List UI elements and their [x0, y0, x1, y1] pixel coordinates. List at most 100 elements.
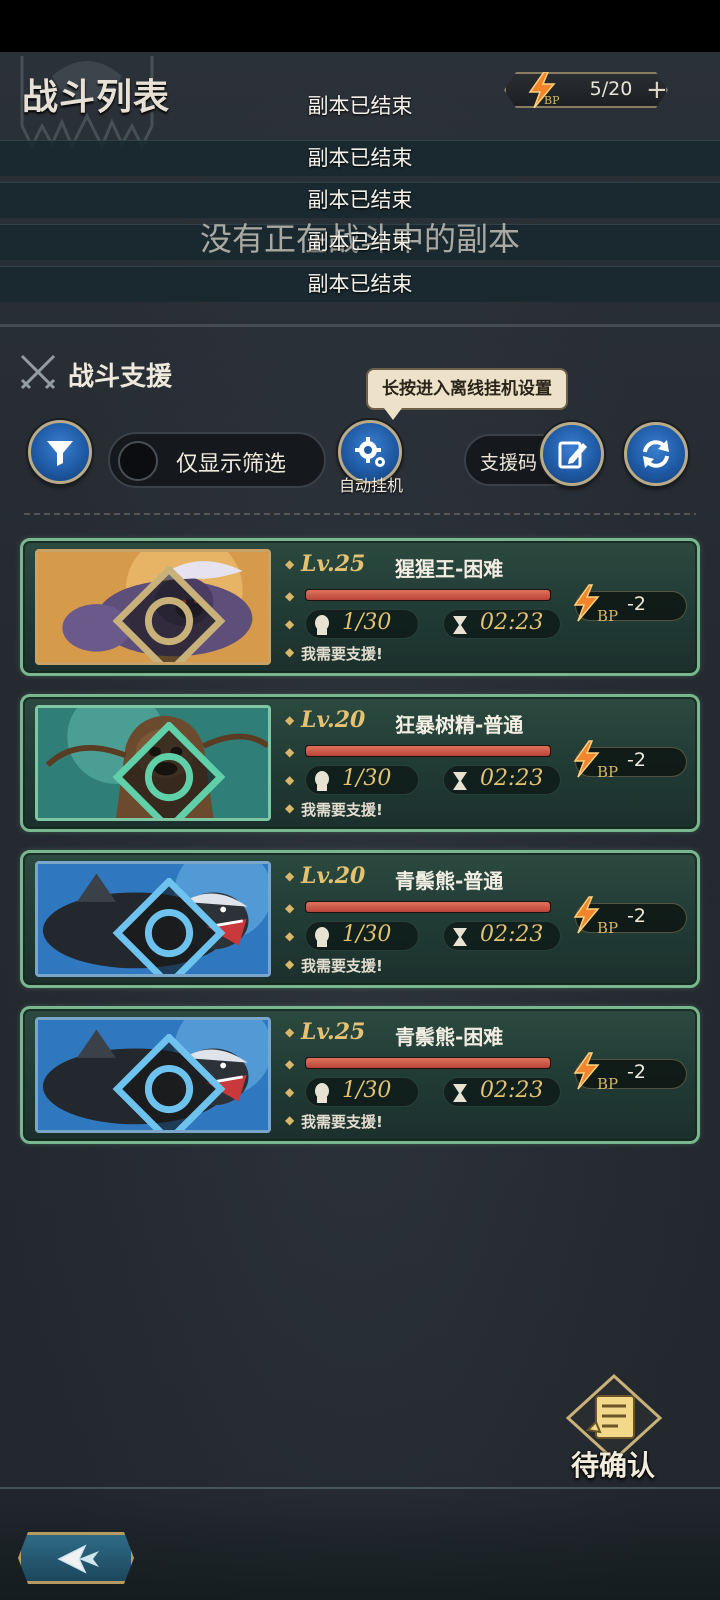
bp-label: BP: [597, 763, 619, 781]
bp-label: BP: [597, 607, 619, 625]
back-arrow-icon: [55, 1543, 103, 1575]
timer-pill: 02:23: [443, 1077, 561, 1107]
element-badge-icon: [112, 878, 226, 974]
player-head-icon: [315, 927, 329, 947]
monster-portrait: [35, 549, 271, 665]
battle-card[interactable]: ◆ Lv.20 青鬃熊-普通 ◆ ◆ 1/30 02:23 ◆ 我需要支援! B…: [20, 850, 700, 988]
bullet-icon: ◆: [285, 557, 295, 571]
player-head-icon: [315, 771, 329, 791]
toast-instance-ended: 副本已结束: [307, 188, 413, 212]
help-request-text: 我需要支援!: [301, 1113, 383, 1131]
participant-count: 1/30: [342, 922, 392, 947]
timer-pill: 02:23: [443, 609, 561, 639]
battle-card[interactable]: ◆ Lv.25 猩猩王-困难 ◆ ◆ 1/30 02:23 ◆ 我需要支援! B…: [20, 538, 700, 676]
participant-count: 1/30: [342, 610, 392, 635]
refresh-button[interactable]: [624, 422, 688, 486]
back-button[interactable]: [18, 1532, 134, 1584]
participants-pill: 1/30: [305, 921, 419, 951]
player-head-icon: [315, 1083, 329, 1103]
bullet-icon: ◆: [285, 745, 295, 759]
monster-level: Lv.20: [301, 707, 366, 733]
element-badge-icon: [112, 566, 226, 662]
pending-confirm-label: 待确认: [570, 1449, 655, 1482]
monster-name: 青鬃熊-困难: [395, 1025, 504, 1049]
hourglass-icon: [453, 616, 467, 634]
bullet-icon: ◆: [285, 617, 295, 631]
element-badge-icon: [112, 1034, 226, 1130]
monster-name: 狂暴树精-普通: [395, 713, 524, 737]
element-badge-icon: [112, 722, 226, 818]
divider: [0, 182, 720, 183]
bullet-icon: ◆: [285, 957, 295, 971]
divider: [0, 266, 720, 267]
boss-hp-bar: [305, 745, 551, 757]
bp-label: BP: [597, 919, 619, 937]
bullet-icon: ◆: [285, 929, 295, 943]
monster-name: 青鬃熊-普通: [395, 869, 504, 893]
pending-confirm-button[interactable]: 待确认: [548, 1374, 678, 1494]
participants-pill: 1/30: [305, 1077, 419, 1107]
boss-hp-bar: [305, 1057, 551, 1069]
remaining-time: 02:23: [480, 610, 544, 635]
bullet-icon: ◆: [285, 1025, 295, 1039]
toggle-knob: [118, 441, 158, 481]
boss-hp-fill: [306, 590, 550, 600]
bp-cost: -2: [627, 749, 646, 771]
participants-pill: 1/30: [305, 765, 419, 795]
battle-card[interactable]: ◆ Lv.25 青鬃熊-困难 ◆ ◆ 1/30 02:23 ◆ 我需要支援! B…: [20, 1006, 700, 1144]
player-head-icon: [315, 615, 329, 635]
bullet-icon: ◆: [285, 589, 295, 603]
status-bar: [0, 0, 720, 52]
toast-instance-ended: 副本已结束: [307, 230, 413, 254]
timer-pill: 02:23: [443, 765, 561, 795]
monster-level: Lv.20: [301, 863, 366, 889]
auto-idle-tooltip: 长按进入离线挂机设置: [366, 368, 568, 420]
boss-hp-bar: [305, 589, 551, 601]
boss-hp-fill: [306, 1058, 550, 1068]
filter-button[interactable]: [28, 420, 92, 484]
monster-portrait: [35, 705, 271, 821]
filter-only-toggle[interactable]: 仅显示筛选: [108, 432, 326, 488]
battle-list-page: 战斗列表 BP 5/20 + 没有正在战斗中的副本 副本已结束 副本已结束 副本…: [0, 52, 720, 1600]
timer-pill: 02:23: [443, 921, 561, 951]
monster-portrait: [35, 1017, 271, 1133]
battle-card[interactable]: ◆ Lv.20 狂暴树精-普通 ◆ ◆ 1/30 02:23 ◆ 我需要支援! …: [20, 694, 700, 832]
toast-instance-ended: 副本已结束: [307, 146, 413, 170]
crossed-swords-icon: [20, 354, 56, 390]
divider: [0, 140, 720, 141]
boss-hp-bar: [305, 901, 551, 913]
dotted-divider: [24, 513, 696, 515]
toast-instance-ended: 副本已结束: [307, 94, 413, 118]
monster-portrait: [35, 861, 271, 977]
boss-hp-fill: [306, 746, 550, 756]
remaining-time: 02:23: [480, 766, 544, 791]
participant-count: 1/30: [342, 766, 392, 791]
bullet-icon: ◆: [285, 1085, 295, 1099]
refresh-icon: [643, 440, 669, 468]
remaining-time: 02:23: [480, 922, 544, 947]
footer-divider: [0, 1487, 720, 1489]
hourglass-icon: [453, 772, 467, 790]
edit-note-icon: [558, 441, 587, 469]
bullet-icon: ◆: [285, 1113, 295, 1127]
help-request-text: 我需要支援!: [301, 645, 383, 663]
bullet-icon: ◆: [285, 801, 295, 815]
monster-level: Lv.25: [301, 1019, 366, 1045]
support-code-label: 支援码: [480, 452, 538, 474]
help-request-text: 我需要支援!: [301, 957, 383, 975]
help-request-text: 我需要支援!: [301, 801, 383, 819]
bullet-icon: ◆: [285, 773, 295, 787]
support-section-title: 战斗支援: [68, 362, 173, 392]
filter-icon: [47, 441, 73, 466]
bullet-icon: ◆: [285, 713, 295, 727]
remaining-time: 02:23: [480, 1078, 544, 1103]
bullet-icon: ◆: [285, 645, 295, 659]
participant-count: 1/30: [342, 1078, 392, 1103]
boss-hp-fill: [306, 902, 550, 912]
monster-name: 猩猩王-困难: [395, 557, 504, 581]
support-code-button[interactable]: [540, 422, 604, 486]
hourglass-icon: [453, 1084, 467, 1102]
participants-pill: 1/30: [305, 609, 419, 639]
monster-level: Lv.25: [301, 551, 366, 577]
bullet-icon: ◆: [285, 901, 295, 915]
